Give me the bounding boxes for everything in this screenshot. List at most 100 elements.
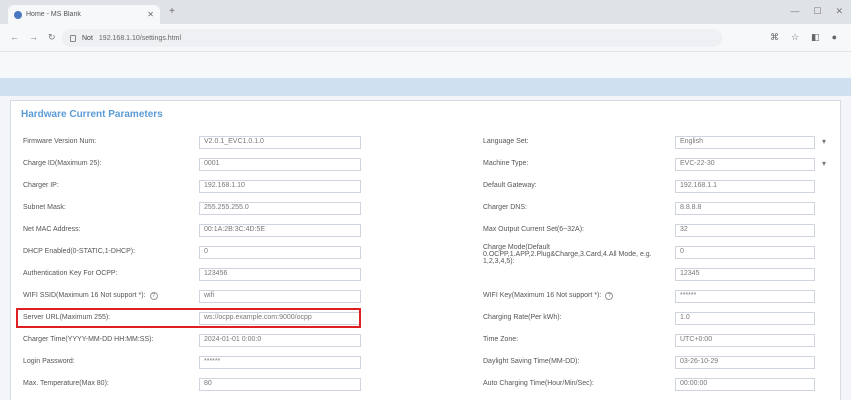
- parameter-label-text: Net MAC Address:: [23, 226, 81, 233]
- parameter-label-text: WIFI Key(Maximum 16 Not support *):: [483, 292, 602, 299]
- parameter-label-text: Charge ID(Maximum 25):: [23, 160, 102, 167]
- parameter-row: Default Gateway: 192.168.1.1: [481, 177, 833, 199]
- parameter-row: WIFI Key(Maximum 16 Not support *):? ****…: [481, 287, 833, 309]
- parameter-row: WIFI SSID(Maximum 16 Not support *):? wif…: [21, 287, 381, 309]
- parameter-input[interactable]: 00:1A:2B:3C:4D:5E: [199, 224, 361, 237]
- translate-icon[interactable]: ⌘: [770, 32, 779, 43]
- parameter-label-text: Time Zone:: [483, 336, 519, 343]
- parameter-row: Charge ID(Maximum 25): 0001: [21, 155, 381, 177]
- parameter-input[interactable]: 1.0: [675, 312, 815, 325]
- parameter-input[interactable]: 32: [675, 224, 815, 237]
- close-tab-icon[interactable]: ✕: [147, 10, 154, 19]
- parameter-label: Charger Time(YYYY-MM-DD HH:MM:SS):: [23, 336, 153, 343]
- parameter-row: Charger IP: 192.168.1.10: [21, 177, 381, 199]
- parameter-input[interactable]: 03-26-10-29: [675, 356, 815, 369]
- parameter-row: Login Password: ******: [21, 353, 381, 375]
- security-label: Not: [82, 34, 93, 42]
- parameter-input[interactable]: 0: [675, 246, 815, 259]
- browser-toolbar: ⌘ ☆ ◧ ●: [770, 32, 837, 43]
- panel-title: Hardware Current Parameters: [21, 109, 163, 120]
- parameter-input[interactable]: 80: [199, 378, 361, 391]
- parameter-row: Time Zone: UTC+0:00: [481, 331, 833, 353]
- parameter-input[interactable]: 00:00:00: [675, 378, 815, 391]
- parameter-label: Net MAC Address:: [23, 226, 81, 233]
- parameter-input[interactable]: ******: [199, 356, 361, 369]
- parameter-input[interactable]: 255.255.255.0: [199, 202, 361, 215]
- parameters-panel: Hardware Current Parameters Firmware Ver…: [10, 100, 841, 400]
- parameter-label-text: Charger IP:: [23, 182, 59, 189]
- parameter-input[interactable]: 2024-01-01 0:00:0: [199, 334, 361, 347]
- info-icon[interactable]: ?: [605, 292, 614, 300]
- url-text: 192.168.1.10/settings.html: [98, 34, 182, 42]
- parameter-input[interactable]: 8.8.8.8: [675, 202, 815, 215]
- parameter-label-text: Auto Charging Time(Hour/Min/Sec):: [483, 380, 594, 387]
- extensions-icon[interactable]: ◧: [811, 32, 820, 43]
- new-tab-button[interactable]: +: [166, 6, 178, 18]
- parameter-row: Charger DNS: 8.8.8.8: [481, 199, 833, 221]
- reload-icon[interactable]: ↻: [48, 32, 56, 43]
- parameter-label-text: Subnet Mask:: [23, 204, 66, 211]
- back-icon[interactable]: ←: [10, 32, 19, 43]
- profile-icon[interactable]: ●: [832, 32, 837, 43]
- browser-tab-bar: Home - MS Blank ✕ + — ☐ ✕: [0, 0, 851, 24]
- minimize-icon[interactable]: —: [790, 6, 799, 17]
- parameter-label: Auto Charging Time(Hour/Min/Sec):: [483, 380, 594, 387]
- parameter-input[interactable]: 123456: [199, 268, 361, 281]
- parameter-label-text: Max Output Current Set(6~32A):: [483, 226, 584, 233]
- header-stripe: [0, 78, 851, 96]
- parameter-row: Charging Rate(Per kWh): 1.0: [481, 309, 833, 331]
- parameter-label: Subnet Mask:: [23, 204, 66, 211]
- parameter-input[interactable]: V2.0.1_EVC1.0.1.0: [199, 136, 361, 149]
- maximize-icon[interactable]: ☐: [813, 6, 821, 17]
- close-window-icon[interactable]: ✕: [835, 6, 843, 17]
- parameter-label: WIFI SSID(Maximum 16 Not support *):?: [23, 292, 158, 300]
- parameter-input[interactable]: 0001: [199, 158, 361, 171]
- forward-icon[interactable]: →: [29, 32, 38, 43]
- parameter-label-text: DHCP Enabled(0-STATIC,1-DHCP):: [23, 248, 136, 255]
- star-icon[interactable]: ☆: [791, 32, 799, 43]
- parameter-label: Charger DNS:: [483, 204, 527, 211]
- parameter-label-text: Charging Rate(Per kWh):: [483, 314, 562, 321]
- navigation-buttons: ← → ↻: [10, 32, 56, 43]
- parameter-label: DHCP Enabled(0-STATIC,1-DHCP):: [23, 248, 135, 255]
- parameter-label: Daylight Saving Time(MM-DD):: [483, 358, 579, 365]
- parameter-row: Server URL(Maximum 255): ws://ocpp.exampl…: [16, 308, 381, 331]
- parameter-label: WIFI Key(Maximum 16 Not support *):?: [483, 292, 614, 300]
- parameter-select[interactable]: English: [675, 136, 826, 149]
- window-controls: — ☐ ✕: [790, 6, 843, 17]
- parameter-row: Net MAC Address: 00:1A:2B:3C:4D:5E: [21, 221, 381, 243]
- parameter-label: Charger IP:: [23, 182, 59, 189]
- parameter-label-text: Max. Temperature(Max 80):: [23, 380, 109, 387]
- parameter-select[interactable]: EVC-22-30: [675, 158, 826, 171]
- parameter-row: Language Set: English: [481, 133, 833, 155]
- parameter-input[interactable]: ws://ocpp.example.com:9000/ocpp: [199, 312, 361, 325]
- parameter-label-text: Firmware Version Num:: [23, 138, 97, 145]
- parameter-label-text: Default Gateway:: [483, 182, 537, 189]
- parameter-row: Firmware Version Num: V2.0.1_EVC1.0.1.0: [21, 133, 381, 155]
- parameter-row: Auto Charging Time(Hour/Min/Sec): 00:00:0…: [481, 375, 833, 397]
- parameter-row: Max Output Current Set(6~32A): 32: [481, 221, 833, 243]
- parameter-label-text: Language Set:: [483, 138, 529, 145]
- parameter-row: DHCP Enabled(0-STATIC,1-DHCP): 0: [21, 243, 381, 265]
- parameter-input[interactable]: 192.168.1.10: [199, 180, 361, 193]
- parameter-input[interactable]: 0: [199, 246, 361, 259]
- parameter-input[interactable]: UTC+0:00: [675, 334, 815, 347]
- parameter-input[interactable]: 192.168.1.1: [675, 180, 815, 193]
- parameter-input[interactable]: wifi: [199, 290, 361, 303]
- parameter-label: Max. Temperature(Max 80):: [23, 380, 109, 387]
- parameter-row: Max. Temperature(Max 80): 80: [21, 375, 381, 397]
- parameter-input[interactable]: ******: [675, 290, 815, 303]
- parameter-label-text: Machine Type:: [483, 160, 529, 167]
- parameter-label-text: WIFI SSID(Maximum 16 Not support *):: [23, 292, 146, 299]
- info-icon[interactable]: ?: [149, 292, 158, 300]
- security-icon[interactable]: [70, 34, 76, 42]
- url-field[interactable]: Not 192.168.1.10/settings.html: [62, 29, 722, 47]
- browser-tab[interactable]: Home - MS Blank ✕: [8, 5, 160, 24]
- parameter-row: Machine Type: EVC-22-30: [481, 155, 833, 177]
- right-column: Language Set: English Machine Type: EVC-22-…: [481, 133, 833, 400]
- parameter-input[interactable]: 12345: [675, 268, 815, 281]
- parameter-row: Charger Time(YYYY-MM-DD HH:MM:SS): 2024-0…: [21, 331, 381, 353]
- parameter-label: Time Zone:: [483, 336, 518, 343]
- parameter-row: Daylight Saving Time(MM-DD): 03-26-10-29: [481, 353, 833, 375]
- parameter-row: Subnet Mask: 255.255.255.0: [21, 199, 381, 221]
